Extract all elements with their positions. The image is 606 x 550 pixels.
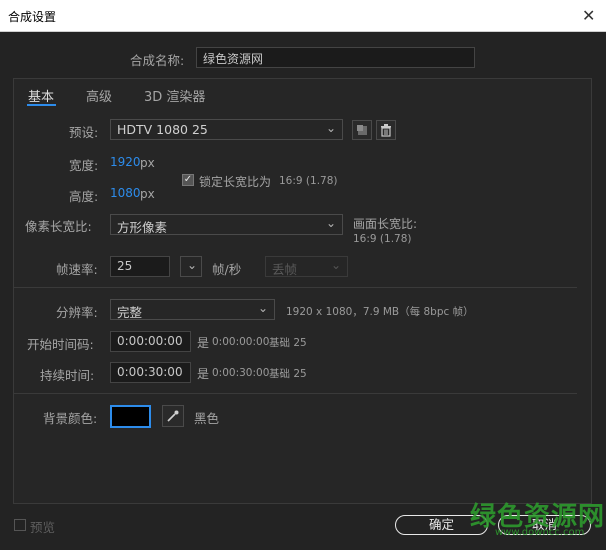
- background-color-name: 黑色: [194, 411, 220, 426]
- duration-input[interactable]: 0:00:30:00: [110, 362, 191, 383]
- frame-rate-dropdown[interactable]: ⌄: [180, 256, 202, 277]
- drop-frame-dropdown: 丢帧 ⌄: [265, 256, 348, 277]
- comp-name-value: 绿色资源网: [203, 52, 264, 66]
- settings-panel: [13, 78, 592, 504]
- width-value[interactable]: 1920: [110, 155, 141, 169]
- watermark-url: www.downcc.com: [495, 527, 585, 538]
- chevron-down-icon: ⌄: [186, 258, 197, 272]
- resolution-value: 完整: [117, 305, 143, 320]
- start-timecode-label: 开始时间码:: [27, 337, 94, 352]
- frame-rate-label: 帧速率:: [56, 262, 98, 277]
- eyedropper-icon: [167, 410, 179, 422]
- resolution-label: 分辨率:: [56, 305, 98, 320]
- start-timecode-is-value: 0:00:00:00: [212, 336, 270, 348]
- comp-name-label: 合成名称:: [130, 53, 185, 68]
- save-preset-button[interactable]: [352, 120, 372, 140]
- divider: [14, 393, 577, 394]
- lock-aspect-ratio: 16:9 (1.78): [279, 175, 338, 187]
- close-icon[interactable]: ✕: [582, 6, 595, 25]
- window-title: 合成设置: [8, 10, 57, 24]
- start-timecode-base: 基础 25: [269, 337, 307, 349]
- preset-value: HDTV 1080 25: [117, 122, 208, 137]
- tab-3d-renderer[interactable]: 3D 渲染器: [144, 86, 205, 105]
- background-color-label: 背景颜色:: [43, 411, 98, 426]
- preset-dropdown[interactable]: HDTV 1080 25 ⌄: [110, 119, 343, 140]
- pixel-aspect-label: 像素长宽比:: [25, 219, 92, 234]
- lock-aspect-label: 锁定长宽比为: [199, 175, 272, 189]
- drop-frame-value: 丢帧: [272, 262, 298, 277]
- height-unit: px: [140, 187, 155, 201]
- chevron-down-icon: ⌄: [325, 216, 336, 230]
- title-bar: 合成设置 ✕: [0, 0, 606, 32]
- eyedropper-button[interactable]: [162, 405, 184, 427]
- frame-rate-unit: 帧/秒: [212, 262, 242, 277]
- resolution-dropdown[interactable]: 完整 ⌄: [110, 299, 275, 320]
- pixel-aspect-value: 方形像素: [117, 220, 168, 235]
- duration-value: 0:00:30:00: [117, 365, 183, 379]
- preview-checkbox[interactable]: [14, 519, 26, 531]
- height-label: 高度:: [69, 189, 99, 204]
- duration-is-label: 是: [197, 367, 210, 381]
- frame-aspect-value: 16:9 (1.78): [353, 233, 412, 245]
- trash-icon: [381, 123, 391, 137]
- comp-name-input[interactable]: 绿色资源网: [196, 47, 475, 68]
- frame-rate-input[interactable]: 25: [110, 256, 170, 277]
- pixel-aspect-dropdown[interactable]: 方形像素 ⌄: [110, 214, 343, 235]
- tab-active-indicator: [27, 104, 56, 106]
- check-icon: ✓: [183, 174, 193, 185]
- duration-label: 持续时间:: [40, 368, 95, 383]
- divider: [14, 287, 577, 288]
- chevron-down-icon: ⌄: [330, 258, 341, 272]
- duration-base: 基础 25: [269, 368, 307, 380]
- duration-is-value: 0:00:30:00: [212, 367, 270, 379]
- lock-aspect-checkbox[interactable]: ✓: [182, 174, 194, 186]
- tab-advanced[interactable]: 高级: [86, 86, 112, 105]
- start-timecode-input[interactable]: 0:00:00:00: [110, 331, 191, 352]
- preview-label: 预览: [30, 520, 56, 535]
- background-color-swatch[interactable]: [110, 405, 151, 428]
- tab-basic[interactable]: 基本: [28, 86, 54, 105]
- frame-aspect-label: 画面长宽比:: [353, 217, 418, 231]
- chevron-down-icon: ⌄: [257, 301, 268, 315]
- frame-rate-value: 25: [117, 259, 133, 273]
- width-unit: px: [140, 156, 155, 170]
- resolution-info: 1920 x 1080，7.9 MB（每 8bpc 帧）: [286, 306, 474, 318]
- chevron-down-icon: ⌄: [325, 121, 336, 135]
- height-value[interactable]: 1080: [110, 186, 141, 200]
- delete-preset-button[interactable]: [376, 120, 396, 140]
- width-label: 宽度:: [69, 158, 99, 173]
- start-timecode-is-label: 是: [197, 336, 210, 350]
- save-preset-icon: [357, 125, 367, 135]
- preset-label: 预设:: [69, 125, 99, 140]
- start-timecode-value: 0:00:00:00: [117, 334, 183, 348]
